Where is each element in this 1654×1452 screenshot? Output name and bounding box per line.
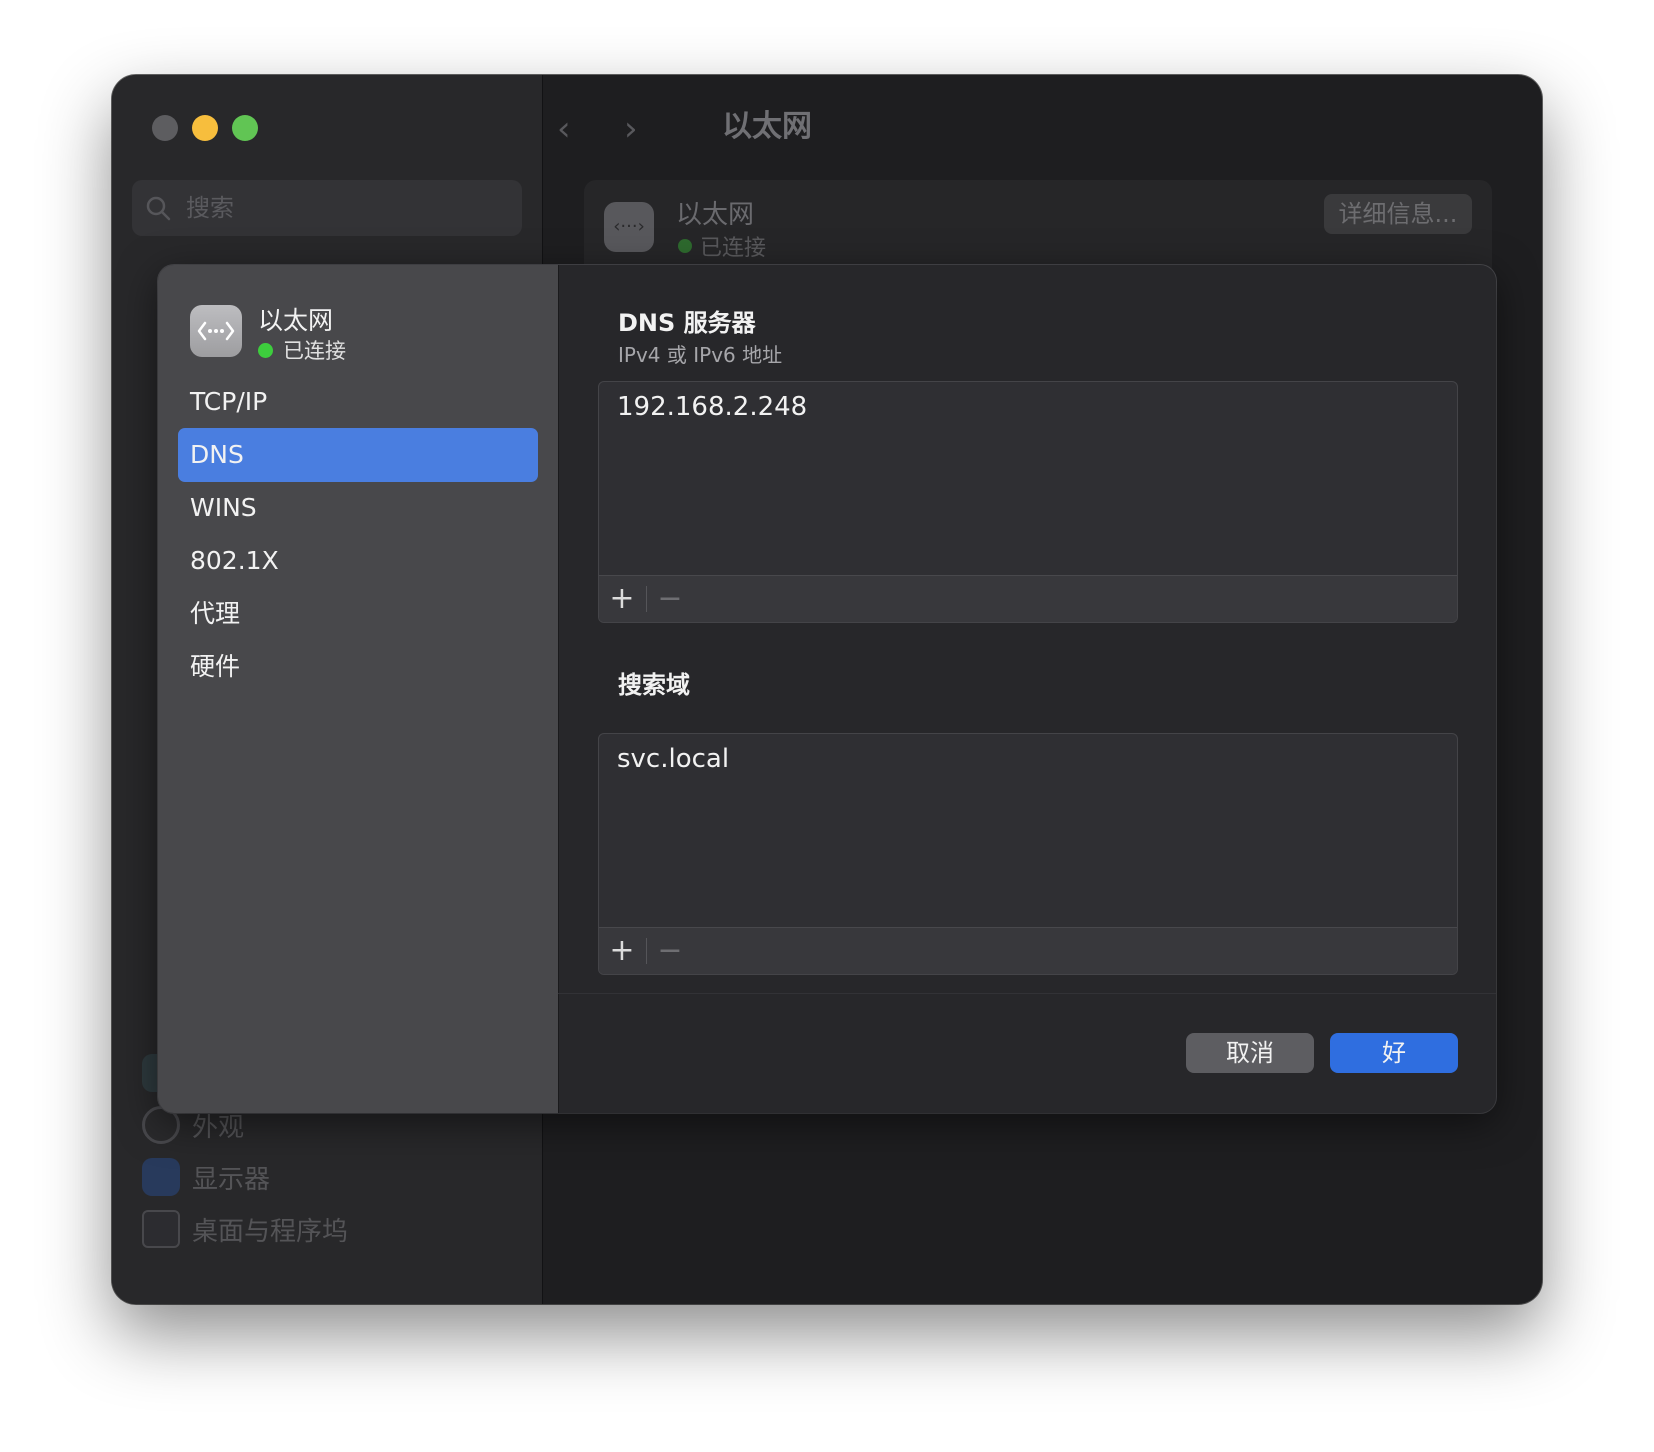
add-search-domain-button[interactable]: + [599, 928, 645, 974]
ok-button[interactable]: 好 [1330, 1033, 1458, 1073]
search-domains-list[interactable]: svc.local + − [598, 733, 1458, 975]
back-chevron-icon[interactable]: ‹ [557, 109, 597, 149]
tab-hardware[interactable]: 硬件 [178, 640, 538, 694]
page-title: 以太网 [722, 109, 812, 144]
sidebar-item-displays[interactable]: 显示器 [142, 1155, 270, 1199]
dns-servers-list[interactable]: 192.168.2.248 + − [598, 381, 1458, 623]
details-button[interactable]: 详细信息... [1324, 194, 1472, 234]
ethernet-icon: ‹···› [604, 202, 654, 252]
close-button[interactable] [152, 115, 178, 141]
dns-servers-subtitle: IPv4 或 IPv6 地址 [618, 343, 783, 367]
card-name: 以太网 [676, 200, 755, 230]
dock-icon [142, 1210, 180, 1248]
status-dot-icon [678, 239, 692, 253]
remove-dns-button[interactable]: − [647, 576, 693, 622]
search-domains-title: 搜索域 [618, 671, 690, 699]
maximize-button[interactable] [232, 115, 258, 141]
dns-servers-title: DNS 服务器 [618, 309, 756, 337]
forward-chevron-icon[interactable]: › [624, 109, 664, 149]
tab-8021x[interactable]: 802.1X [178, 534, 538, 588]
tab-proxy[interactable]: 代理 [178, 587, 538, 641]
service-status: 已连接 [258, 335, 346, 365]
dns-sheet: 以太网 已连接 TCP/IP DNS WINS 802.1X 代理 硬件 DNS… [158, 265, 1496, 1113]
settings-window: 搜索 墙纸 外观 显示器 桌面与程序坞 ‹ › 以太网 ‹···› 以太网 已连… [112, 75, 1542, 1304]
list-item[interactable]: svc.local [617, 744, 729, 774]
minimize-button[interactable] [192, 115, 218, 141]
card-status: 已连接 [678, 230, 766, 262]
remove-search-domain-button[interactable]: − [647, 928, 693, 974]
sidebar-item-label: 显示器 [192, 1164, 271, 1195]
cancel-button[interactable]: 取消 [1186, 1033, 1314, 1073]
card-status-label: 已连接 [700, 236, 767, 261]
ethernet-icon [190, 305, 242, 357]
dns-list-toolbar: + − [599, 575, 1457, 622]
tab-wins[interactable]: WINS [178, 481, 538, 535]
search-icon [146, 196, 171, 221]
sidebar-item-desktop-dock[interactable]: 桌面与程序坞 [142, 1207, 348, 1251]
list-item[interactable]: 192.168.2.248 [617, 392, 807, 422]
footer-divider [558, 993, 1496, 994]
service-name: 以太网 [258, 306, 334, 335]
tab-tcpip[interactable]: TCP/IP [178, 375, 538, 429]
service-status-label: 已连接 [283, 339, 346, 363]
search-domains-toolbar: + − [599, 927, 1457, 974]
search-input[interactable]: 搜索 [132, 180, 522, 236]
search-placeholder: 搜索 [186, 194, 234, 222]
add-dns-button[interactable]: + [599, 576, 645, 622]
tab-dns[interactable]: DNS [178, 428, 538, 482]
sidebar-item-label: 桌面与程序坞 [192, 1216, 349, 1247]
sun-icon [142, 1158, 180, 1196]
status-dot-icon [258, 342, 273, 358]
sheet-sidebar: 以太网 已连接 TCP/IP DNS WINS 802.1X 代理 硬件 [158, 265, 559, 1113]
